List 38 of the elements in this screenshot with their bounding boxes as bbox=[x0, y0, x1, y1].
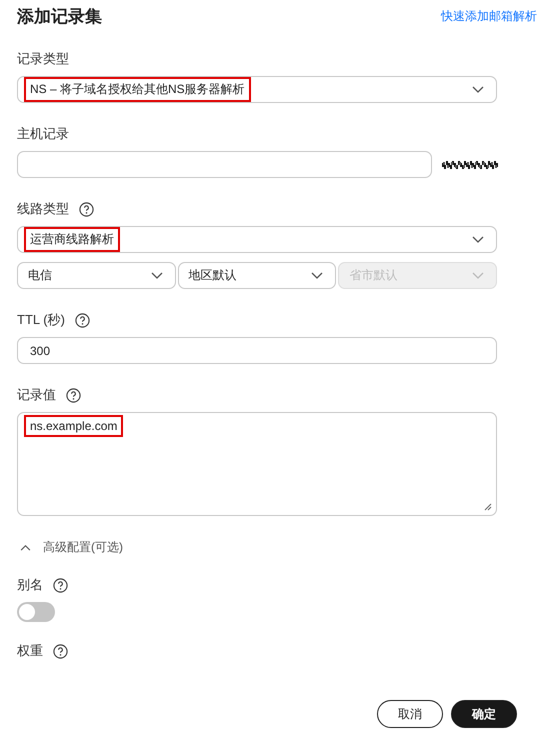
resize-handle-icon[interactable] bbox=[484, 503, 492, 511]
chevron-down-icon bbox=[472, 236, 484, 244]
quick-add-link[interactable]: 快速添加邮箱解析 bbox=[441, 8, 537, 24]
selected-value: NS – 将子域名授权给其他NS服务器解析 bbox=[24, 77, 251, 102]
toggle-switch[interactable] bbox=[17, 602, 55, 622]
chevron-icon bbox=[20, 544, 31, 551]
chevron-down-icon bbox=[150, 272, 163, 280]
help-icon[interactable] bbox=[74, 312, 90, 328]
field-label: 权重 bbox=[17, 642, 43, 660]
input-value: 300 bbox=[29, 344, 52, 358]
chevron-down-icon bbox=[311, 272, 324, 280]
select-field[interactable]: 地区默认 bbox=[178, 262, 336, 289]
help-icon[interactable] bbox=[79, 202, 94, 216]
help-icon[interactable] bbox=[53, 644, 68, 658]
help-icon[interactable] bbox=[66, 388, 81, 402]
field-label: TTL (秒) bbox=[17, 311, 65, 329]
selected-value: 地区默认 bbox=[188, 267, 238, 284]
cancel-button[interactable]: 取消 bbox=[377, 700, 443, 728]
select-field[interactable]: 电信 bbox=[17, 262, 176, 289]
textarea-value: ns.example.com bbox=[24, 415, 124, 437]
select-field[interactable]: 运营商线路解析 bbox=[17, 226, 497, 253]
field-label: 主机记录 bbox=[17, 125, 69, 143]
dialog-title: 添加记录集 bbox=[17, 6, 102, 28]
selected-value: 电信 bbox=[27, 267, 53, 284]
help-icon[interactable] bbox=[53, 578, 68, 592]
field-label: 记录值 bbox=[17, 386, 56, 404]
confirm-button[interactable]: 确定 bbox=[451, 700, 517, 728]
field-label: 别名 bbox=[17, 576, 43, 594]
input-field[interactable] bbox=[17, 151, 432, 178]
text-area[interactable]: ns.example.com bbox=[17, 412, 497, 516]
chevron-down-icon bbox=[472, 272, 484, 280]
input-field[interactable]: 300 bbox=[17, 337, 497, 364]
field-label: 线路类型 bbox=[17, 200, 69, 218]
chevron-down-icon bbox=[472, 86, 484, 94]
select-field[interactable]: NS – 将子域名授权给其他NS服务器解析 bbox=[17, 76, 497, 103]
advanced-toggle[interactable]: 高级配置(可选) bbox=[20, 539, 123, 556]
selected-value: 运营商线路解析 bbox=[24, 227, 120, 252]
field-label: 记录类型 bbox=[17, 50, 69, 68]
